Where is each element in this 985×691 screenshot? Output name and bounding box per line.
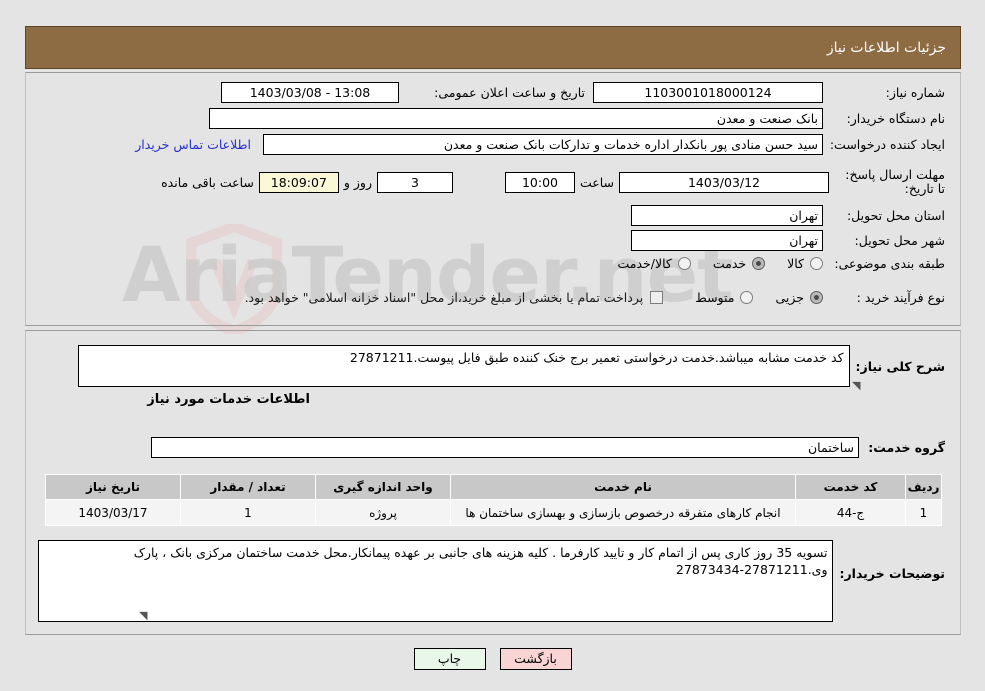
purchase-type-option-minor-label: جزیی bbox=[775, 290, 804, 305]
delivery-city-row: شهر محل تحویل: تهران bbox=[631, 230, 945, 251]
services-section-heading: اطلاعات خدمات مورد نیاز bbox=[147, 392, 310, 407]
page-title: جزئیات اطلاعات نیاز bbox=[826, 40, 946, 56]
request-creator-field[interactable]: سید حسن منادی پور بانکدار اداره خدمات و … bbox=[263, 134, 823, 155]
radio-icon-service[interactable] bbox=[752, 257, 766, 270]
cell-service-name: انجام کارهای متفرقه درخصوص بازسازی و بهس… bbox=[450, 499, 796, 526]
announce-datetime-row: تاریخ و ساعت اعلان عمومی: 13:08 - 1403/0… bbox=[221, 82, 585, 103]
subject-category-label: طبقه بندی موضوعی: bbox=[834, 256, 945, 271]
service-group-label: گروه خدمت: bbox=[868, 440, 945, 455]
delivery-city-field[interactable]: تهران bbox=[631, 230, 823, 251]
table-row: 1 ج-44 انجام کارهای متفرقه درخصوص بازساز… bbox=[45, 499, 942, 526]
deadline-time-label: ساعت bbox=[579, 174, 614, 190]
general-description-resize-grip[interactable]: ◤ bbox=[852, 378, 860, 392]
request-creator-row: ایجاد کننده درخواست: سید حسن منادی پور ب… bbox=[135, 134, 945, 155]
subject-category-row: طبقه بندی موضوعی: کالا خدمت کالا/خدمت bbox=[595, 256, 945, 271]
category-option-service-label: خدمت bbox=[712, 256, 747, 271]
column-header-unit: واحد اندازه گیری bbox=[315, 474, 451, 500]
cell-index: 1 bbox=[905, 499, 942, 526]
category-option-goods-service-label: کالا/خدمت bbox=[617, 256, 672, 271]
remaining-days-label: روز و bbox=[343, 174, 372, 190]
purchase-type-option-medium-label: متوسط bbox=[695, 290, 735, 305]
remaining-days-field[interactable]: 3 bbox=[376, 171, 453, 193]
category-option-service[interactable]: خدمت bbox=[712, 256, 766, 271]
response-deadline-row: مهلت ارسال پاسخ: تا تاریخ: 1403/03/12 سا… bbox=[156, 168, 945, 196]
buyer-contact-link[interactable]: اطلاعات تماس خریدار bbox=[135, 137, 251, 152]
purchase-type-option-minor[interactable]: جزیی bbox=[775, 290, 823, 305]
category-option-goods-service[interactable]: کالا/خدمت bbox=[617, 256, 691, 271]
need-number-field[interactable]: 1103001018000124 bbox=[593, 82, 823, 103]
buyer-notes-textarea[interactable]: تسویه 35 روز کاری پس از اتمام کار و تایی… bbox=[38, 540, 834, 622]
radio-icon-goods-service[interactable] bbox=[677, 257, 691, 270]
treasury-bonds-note: پرداخت تمام یا بخشی از مبلغ خرید،از محل … bbox=[244, 290, 644, 305]
announce-datetime-label: تاریخ و ساعت اعلان عمومی: bbox=[434, 85, 585, 100]
category-option-goods[interactable]: کالا bbox=[787, 256, 823, 271]
service-group-field[interactable]: ساختمان bbox=[151, 437, 859, 458]
announce-datetime-field[interactable]: 13:08 - 1403/03/08 bbox=[221, 82, 399, 103]
cell-service-code: ج-44 bbox=[795, 499, 906, 526]
request-creator-label: ایجاد کننده درخواست: bbox=[829, 137, 945, 152]
countdown-label: ساعت باقی مانده bbox=[161, 174, 254, 190]
buyer-org-label: نام دستگاه خریدار: bbox=[846, 111, 945, 126]
delivery-province-field[interactable]: تهران bbox=[631, 205, 823, 226]
delivery-province-row: استان محل تحویل: تهران bbox=[631, 205, 945, 226]
radio-icon-minor[interactable] bbox=[810, 291, 823, 304]
cell-need-date: 1403/03/17 bbox=[45, 499, 181, 526]
column-header-index: ردیف bbox=[905, 474, 942, 500]
radio-icon-medium[interactable] bbox=[740, 291, 754, 304]
cell-quantity: 1 bbox=[180, 499, 316, 526]
purchase-type-row: نوع فرآیند خرید : جزیی متوسط پرداخت تمام… bbox=[245, 290, 945, 305]
delivery-province-label: استان محل تحویل: bbox=[846, 208, 945, 223]
response-deadline-label: مهلت ارسال پاسخ: تا تاریخ: bbox=[845, 167, 945, 196]
general-description-label: شرح کلی نیاز: bbox=[855, 359, 945, 374]
column-header-need-date: تاریخ نیاز bbox=[45, 474, 181, 500]
cell-unit: پروژه bbox=[315, 499, 451, 526]
purchase-type-option-medium[interactable]: متوسط bbox=[695, 290, 754, 305]
need-details-page: AriaTender.net جزئیات اطلاعات نیاز شماره… bbox=[0, 0, 985, 691]
radio-icon-goods[interactable] bbox=[810, 257, 823, 270]
need-number-label: شماره نیاز: bbox=[885, 85, 945, 100]
deadline-date-field[interactable]: 1403/03/12 bbox=[619, 171, 829, 193]
column-header-quantity: تعداد / مقدار bbox=[180, 474, 316, 500]
need-number-row: شماره نیاز: 1103001018000124 bbox=[593, 82, 945, 103]
treasury-bonds-checkbox[interactable] bbox=[650, 291, 664, 304]
buyer-notes-resize-grip[interactable]: ◤ bbox=[139, 608, 147, 622]
print-button[interactable]: چاپ bbox=[413, 648, 486, 670]
category-option-goods-label: کالا bbox=[787, 256, 804, 271]
page-title-bar: جزئیات اطلاعات نیاز bbox=[25, 26, 961, 69]
services-table-wrapper: ردیف کد خدمت نام خدمت واحد اندازه گیری ت… bbox=[45, 474, 942, 526]
buyer-notes-label: توضیحات خریدار: bbox=[839, 566, 945, 581]
deadline-time-field[interactable]: 10:00 bbox=[504, 171, 575, 193]
buyer-org-field[interactable]: بانک صنعت و معدن bbox=[209, 108, 823, 129]
buyer-notes-row: توضیحات خریدار: تسویه 35 روز کاری پس از … bbox=[38, 540, 945, 622]
delivery-city-label: شهر محل تحویل: bbox=[854, 233, 945, 248]
table-header-row: ردیف کد خدمت نام خدمت واحد اندازه گیری ت… bbox=[45, 474, 942, 500]
purchase-type-label: نوع فرآیند خرید : bbox=[856, 290, 945, 305]
services-table: ردیف کد خدمت نام خدمت واحد اندازه گیری ت… bbox=[45, 474, 942, 526]
back-button[interactable]: بازگشت bbox=[499, 648, 572, 670]
countdown-field: 18:09:07 bbox=[258, 171, 339, 193]
column-header-service-name: نام خدمت bbox=[450, 474, 796, 500]
general-description-row: شرح کلی نیاز: کد خدمت مشابه میباشد.خدمت … bbox=[77, 345, 945, 387]
general-description-textarea[interactable]: کد خدمت مشابه میباشد.خدمت درخواستی تعمیر… bbox=[77, 345, 850, 387]
column-header-service-code: کد خدمت bbox=[795, 474, 906, 500]
buyer-org-row: نام دستگاه خریدار: بانک صنعت و معدن bbox=[209, 108, 945, 129]
action-buttons-bar: بازگشت چاپ bbox=[0, 648, 985, 670]
service-group-row: گروه خدمت: ساختمان bbox=[151, 437, 945, 458]
